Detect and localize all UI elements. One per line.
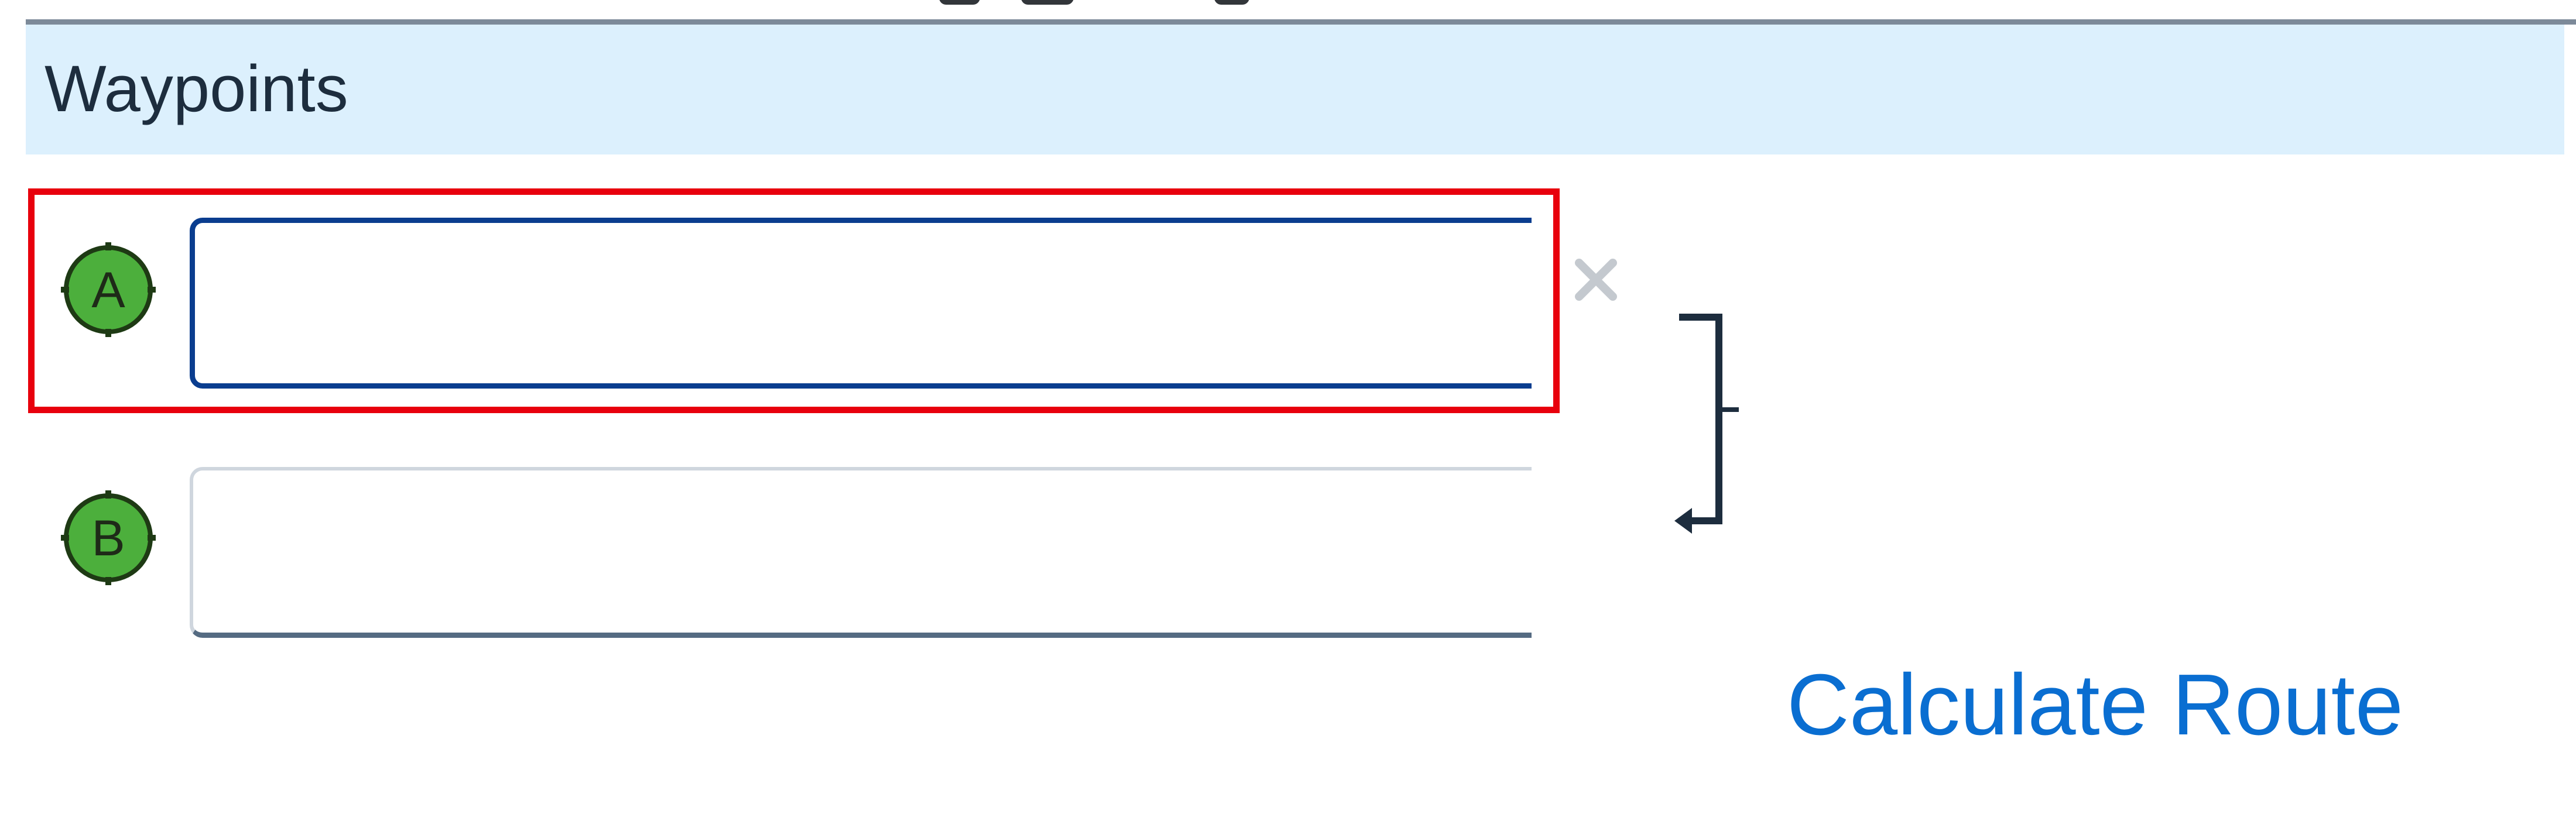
waypoint-a-marker-icon: A (59, 240, 158, 339)
cropped-heading-fragment (939, 0, 980, 5)
waypoint-b-input[interactable] (190, 467, 1532, 638)
clear-waypoint-a-button[interactable] (1567, 250, 1625, 309)
waypoints-section-header: Waypoints (26, 25, 2564, 154)
waypoint-b-letter: B (91, 510, 125, 566)
waypoint-b-marker-icon: B (59, 488, 158, 588)
cropped-heading-fragment (1214, 0, 1249, 5)
close-icon (1575, 259, 1617, 301)
top-divider (26, 0, 2576, 25)
cropped-heading-fragment (1021, 0, 1074, 5)
swap-waypoints-icon (1674, 314, 1739, 534)
swap-waypoints-button[interactable] (1669, 310, 1762, 544)
section-title: Waypoints (44, 52, 348, 125)
route-panel: Waypoints A B Calculate Route (0, 0, 2576, 821)
waypoint-a-letter: A (91, 262, 125, 318)
calculate-route-link[interactable]: Calculate Route (1787, 655, 2403, 755)
waypoint-a-input[interactable] (190, 218, 1532, 389)
